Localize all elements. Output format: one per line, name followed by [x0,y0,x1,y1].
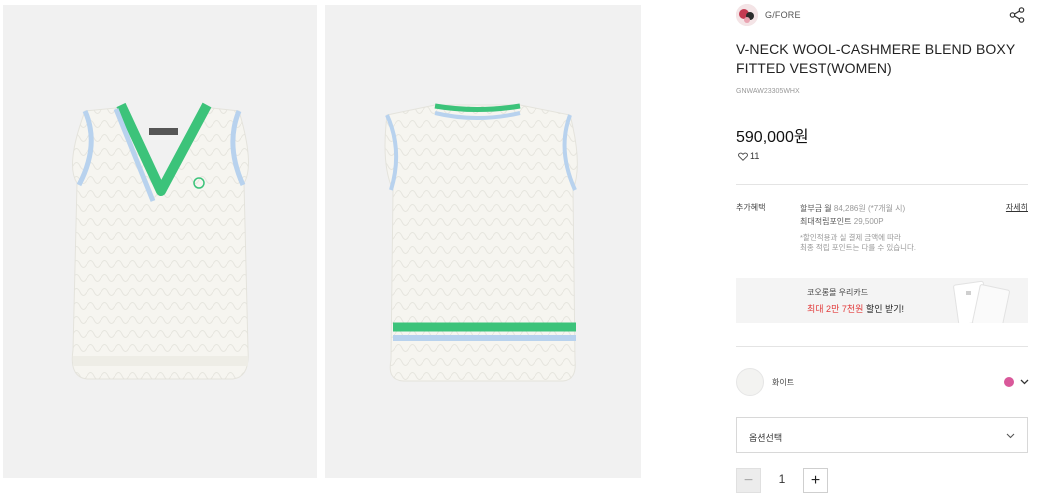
heart-icon [738,152,748,161]
brand-row: G/FORE [736,4,1028,26]
front-vest-illustration [71,102,249,380]
credit-card-icon [953,280,1010,323]
product-image-front[interactable] [3,5,317,478]
product-info-panel: G/FORE V-NECK WOOL-CASHMERE BLEND BOXY F… [736,0,1032,498]
like-count-value: 11 [750,151,760,161]
option-select-label: 옵션선택 [749,433,783,443]
color-option-row[interactable]: 화이트 [736,368,1029,396]
banner-highlight: 최대 2만 7천원 [807,304,864,314]
divider [736,184,1028,185]
quantity-stepper: − 1 + [736,468,828,494]
product-title: V-NECK WOOL-CASHMERE BLEND BOXY FITTED V… [736,41,1016,76]
brand-logo-image [736,4,758,26]
banner-rest: 할인 받기! [863,304,905,314]
benefit-label: 추가혜택 [736,203,766,212]
banner-line1: 코오롱몰 우리카드 [807,288,869,297]
points-value: 29,500P [853,217,884,226]
benefit-note-line1: *할인적용과 실 결제 금액에 따라 [800,233,901,242]
installment-line: 할부금 월 84,286원 (*7개월 시) [800,202,905,215]
product-code: GNWAW23305WHX [736,88,800,95]
quantity-decrease-button[interactable]: − [736,468,761,493]
installment-value: 84,286원 (*7개월 시) [833,204,906,213]
color-dot[interactable] [1004,377,1014,387]
brand-avatar[interactable] [736,4,758,26]
benefit-note: *할인적용과 실 결제 금액에 따라 최종 적립 포인트는 다를 수 있습니다. [800,233,916,253]
benefit-note-line2: 최종 적립 포인트는 다를 수 있습니다. [800,243,917,252]
banner-line2: 최대 2만 7천원 할인 받기! [807,302,904,315]
chevron-down-icon[interactable] [1020,378,1029,386]
points-line: 최대적립포인트 29,500P [800,215,905,228]
back-vest-illustration [384,103,578,382]
product-price: 590,000원 [736,129,809,146]
divider [736,346,1028,347]
chevron-down-icon [1006,433,1015,439]
benefit-details: 할부금 월 84,286원 (*7개월 시) 최대적립포인트 29,500P [800,202,905,228]
points-prefix: 최대적립포인트 [800,217,854,226]
brand-name[interactable]: G/FORE [765,10,801,20]
quantity-increase-button[interactable]: + [803,468,828,493]
color-swatch-white[interactable] [736,368,764,396]
installment-prefix: 할부금 월 [800,204,834,213]
product-image-back[interactable] [325,5,641,478]
share-icon[interactable] [1008,6,1026,24]
benefit-detail-link[interactable]: 자세히 [1006,202,1028,213]
like-count[interactable]: 11 [738,151,759,161]
option-select[interactable]: 옵션선택 [736,417,1028,453]
color-name: 화이트 [772,378,795,387]
card-promo-banner[interactable]: 코오롱몰 우리카드 최대 2만 7천원 할인 받기! [736,278,1028,323]
quantity-value[interactable]: 1 [761,472,803,486]
